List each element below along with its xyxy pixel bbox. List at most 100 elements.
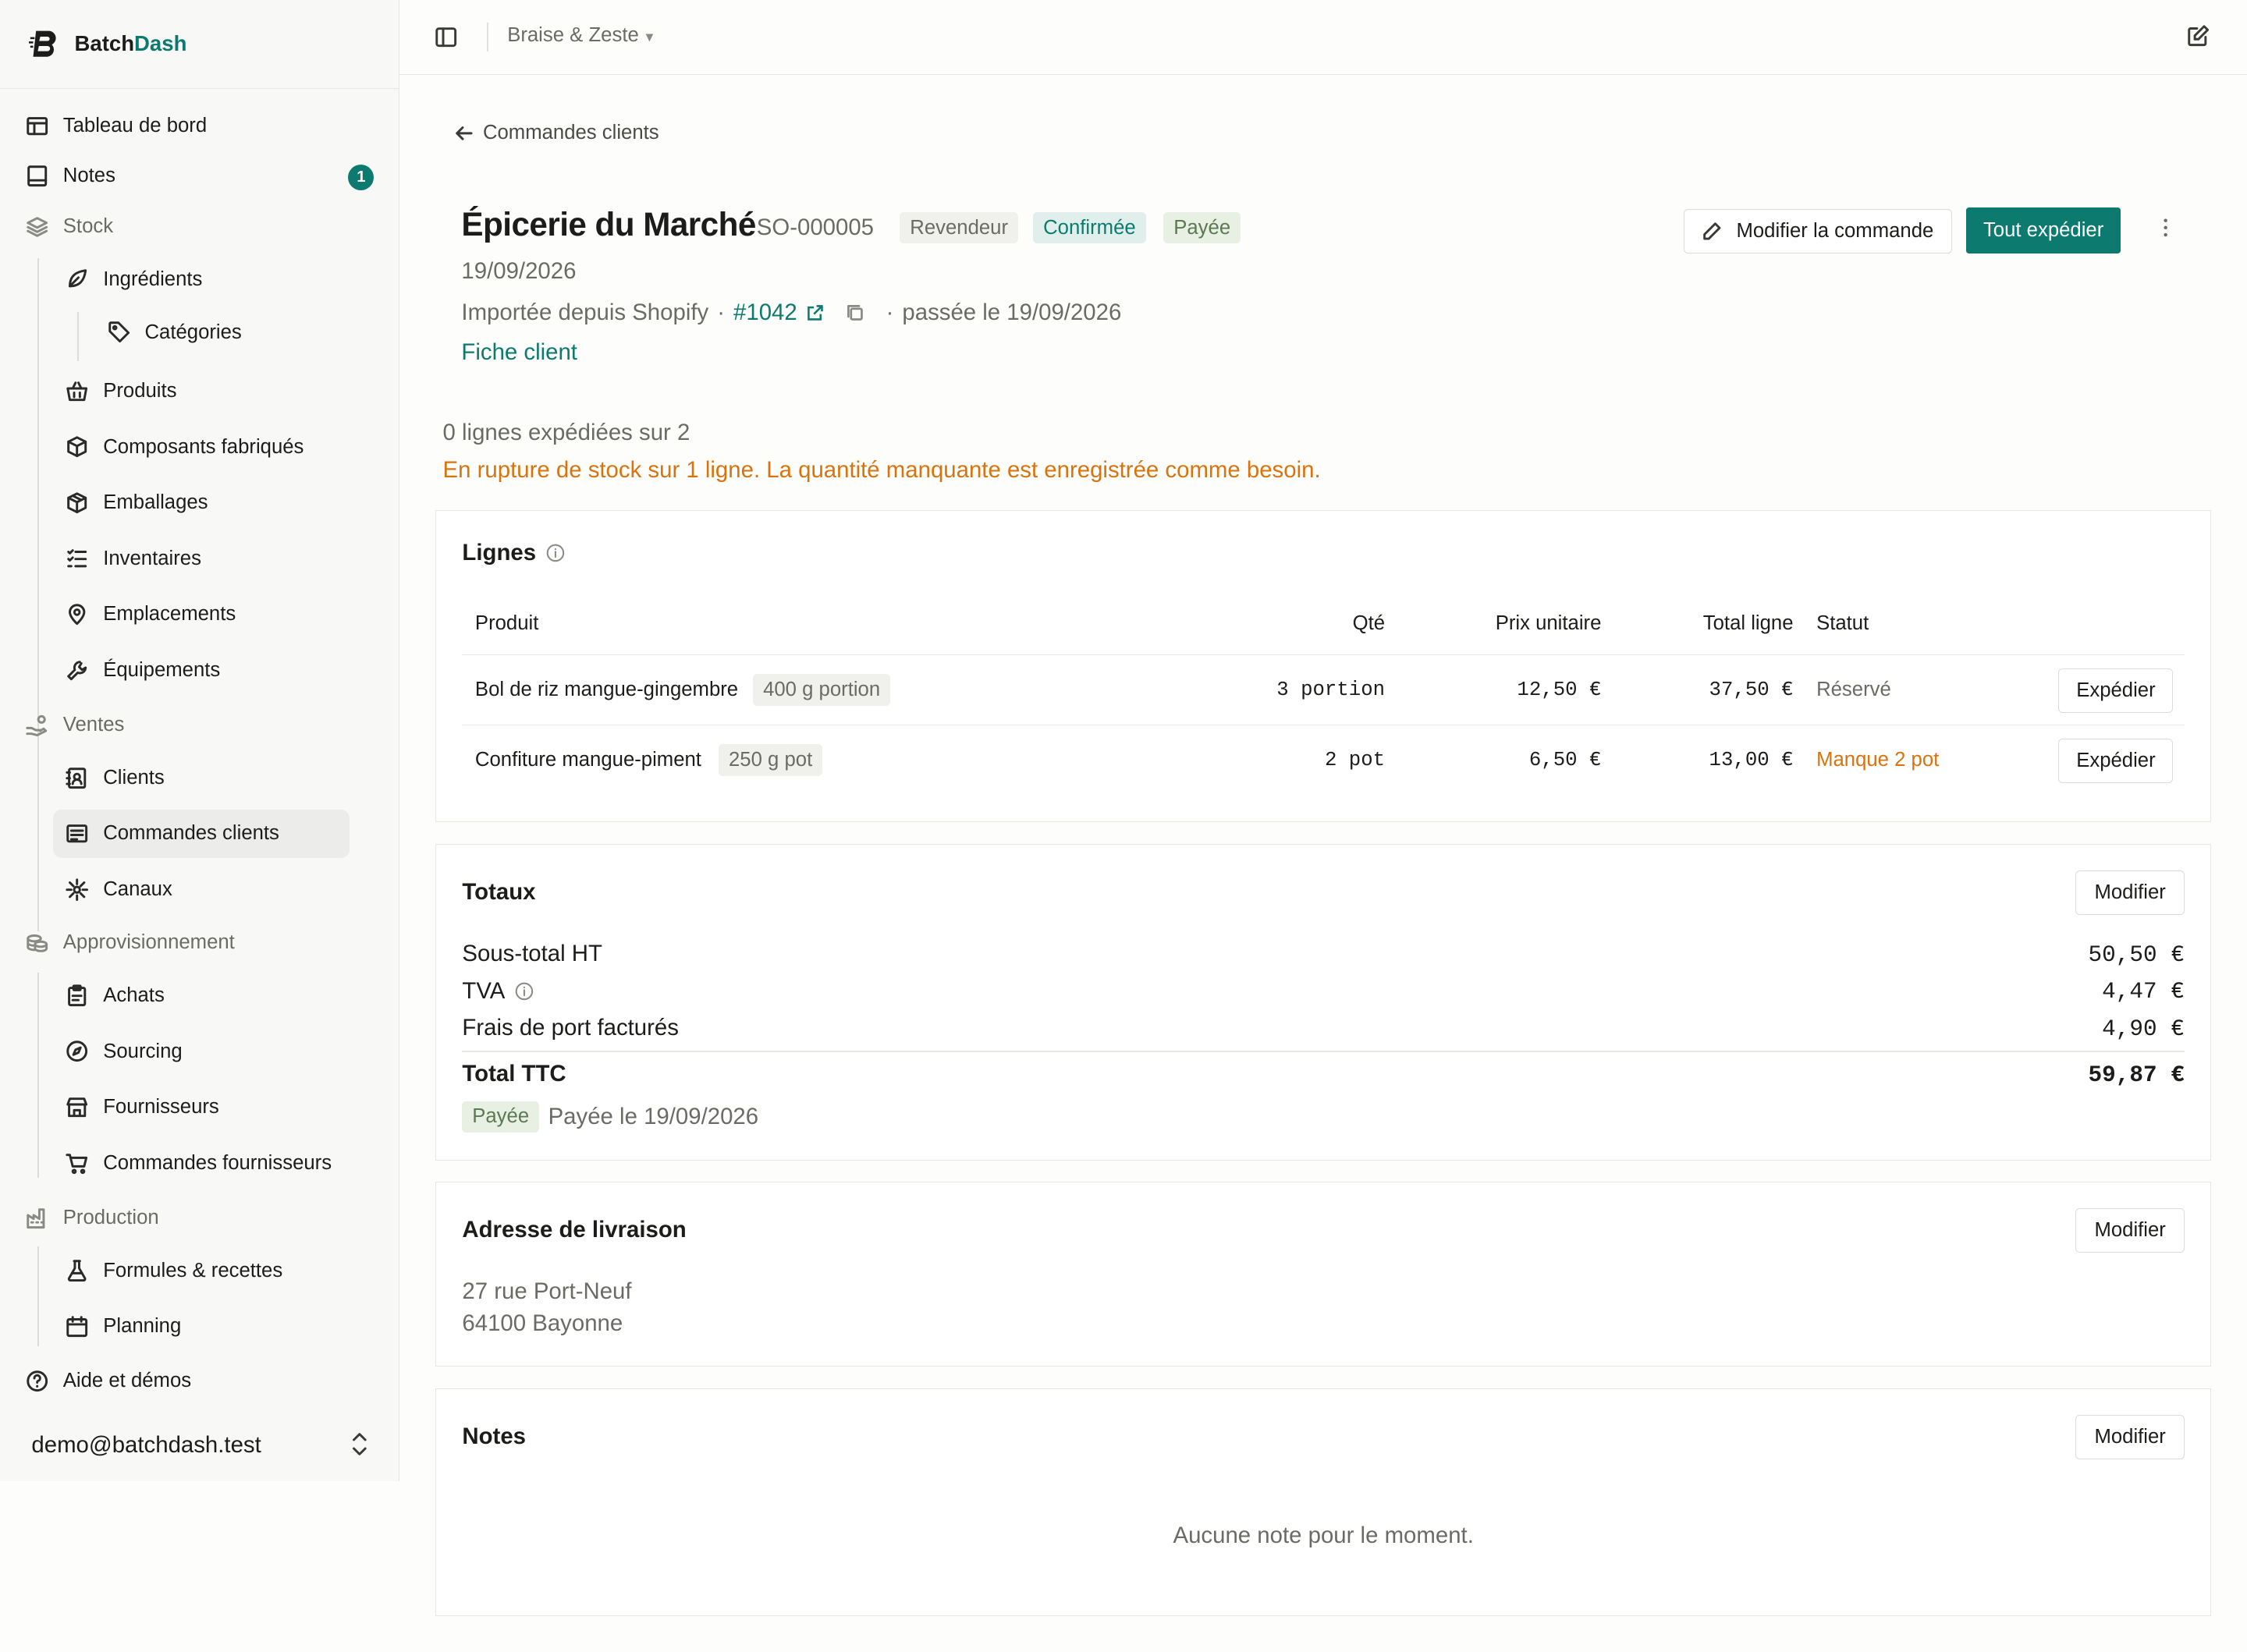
external-link-icon[interactable] bbox=[806, 303, 825, 322]
shipping-fee-label: Frais de port facturés bbox=[462, 1015, 679, 1041]
sidebar-item-sourcing[interactable]: Sourcing bbox=[66, 1027, 183, 1076]
sidebar-item-achats[interactable]: Achats bbox=[66, 971, 165, 1019]
sidebar-section-production[interactable]: Production bbox=[26, 1193, 159, 1242]
sidebar-item-label: Composants fabriqués bbox=[103, 435, 304, 458]
sidebar-item-label: Production bbox=[62, 1206, 159, 1228]
subtotal-value: 50,50 € bbox=[2088, 941, 2185, 968]
workspace-switcher[interactable]: Braise & Zeste ▼ bbox=[507, 24, 655, 47]
edit-notes-button[interactable]: Modifier bbox=[2075, 1414, 2185, 1459]
totals-title: Totaux bbox=[462, 878, 536, 905]
sidebar-item-inventaires[interactable]: Inventaires bbox=[66, 534, 201, 583]
page-title: Épicerie du Marché bbox=[461, 206, 756, 243]
more-options-icon[interactable] bbox=[2163, 218, 2168, 238]
sidebar-item-label: Tableau de bord bbox=[62, 115, 208, 137]
placed-on-date: passée le 19/09/2026 bbox=[902, 299, 1122, 325]
package-icon bbox=[66, 491, 88, 514]
vat-value: 4,47 € bbox=[2102, 979, 2185, 1005]
ship-line-button[interactable]: Expédier bbox=[2058, 738, 2174, 783]
sidebar-item-label: Commandes clients bbox=[103, 822, 279, 845]
sidebar-item-planning[interactable]: Planning bbox=[66, 1303, 181, 1351]
status-badge: Confirmée bbox=[1033, 211, 1146, 244]
wrench-icon bbox=[66, 659, 88, 682]
sidebar-item-label: Produits bbox=[103, 379, 177, 402]
sidebar-item-emplacements[interactable]: Emplacements bbox=[66, 590, 236, 639]
totals-divider bbox=[462, 1051, 2185, 1053]
info-icon[interactable] bbox=[546, 544, 565, 562]
variant-badge: 400 g portion bbox=[753, 674, 890, 706]
info-icon[interactable] bbox=[515, 982, 534, 1001]
line-total-cell: 37,50 € bbox=[1709, 678, 1794, 701]
external-order-ref: #1042 bbox=[733, 299, 797, 325]
sidebar-item-label: Canaux bbox=[103, 878, 172, 901]
vat-row: TVA bbox=[462, 978, 534, 1005]
sidebar-item-aide-demos[interactable]: Aide et démos bbox=[26, 1356, 191, 1405]
total-value: 59,87 € bbox=[2088, 1062, 2185, 1088]
sidebar-item-canaux[interactable]: Canaux bbox=[66, 865, 172, 913]
sidebar-section-approvisionnement[interactable]: Approvisionnement bbox=[26, 918, 235, 966]
address-line-2: 64100 Bayonne bbox=[462, 1310, 623, 1336]
sidebar-item-label: Sourcing bbox=[103, 1040, 183, 1062]
back-link[interactable]: Commandes clients bbox=[454, 122, 659, 144]
sidebar-item-tableau-de-bord[interactable]: Tableau de bord bbox=[26, 101, 207, 150]
edit-order-label: Modifier la commande bbox=[1736, 220, 1934, 243]
coins-icon bbox=[26, 931, 48, 954]
chevrons-up-down-icon bbox=[353, 1433, 367, 1455]
edit-totals-button[interactable]: Modifier bbox=[2075, 870, 2185, 915]
sidebar-item-emballages[interactable]: Emballages bbox=[66, 478, 208, 526]
ship-line-button[interactable]: Expédier bbox=[2058, 668, 2174, 713]
sidebar-item-label: Planning bbox=[103, 1315, 182, 1338]
notes-count-badge: 1 bbox=[348, 165, 374, 191]
total-label: Total TTC bbox=[462, 1061, 566, 1087]
copy-icon[interactable] bbox=[846, 303, 864, 322]
sidebar-item-clients[interactable]: Clients bbox=[66, 753, 165, 802]
external-order-link[interactable]: #1042 bbox=[733, 300, 797, 326]
batchdash-logo-icon bbox=[28, 30, 56, 57]
flask-icon bbox=[66, 1259, 88, 1282]
order-id: SO-000005 bbox=[756, 214, 875, 241]
sidebar-item-commandes-clients[interactable]: Commandes clients bbox=[52, 809, 350, 859]
caret-down-icon: ▼ bbox=[643, 30, 656, 45]
sidebar-item-label: Aide et démos bbox=[62, 1370, 192, 1392]
ship-all-button[interactable]: Tout expédier bbox=[1965, 207, 2121, 254]
order-date: 19/09/2026 bbox=[461, 257, 577, 284]
sidebar-item-commandes-fournisseurs[interactable]: Commandes fournisseurs bbox=[66, 1139, 332, 1187]
notes-empty-state: Aucune note pour le moment. bbox=[1173, 1522, 1474, 1548]
sidebar-item-equipements[interactable]: Équipements bbox=[66, 646, 220, 694]
sidebar-item-categories[interactable]: Catégories bbox=[108, 308, 242, 356]
topbar-divider bbox=[487, 23, 489, 52]
sidebar-item-ingredients[interactable]: Ingrédients bbox=[66, 255, 202, 303]
brand-name: BatchDash bbox=[74, 31, 187, 56]
box-icon bbox=[66, 435, 88, 458]
contact-icon bbox=[66, 767, 88, 789]
paid-badge: Payée bbox=[462, 1101, 539, 1133]
workspace-name: Braise & Zeste bbox=[507, 24, 639, 47]
sidebar-item-label: Emplacements bbox=[103, 603, 236, 626]
sidebar-toggle-icon[interactable] bbox=[435, 26, 457, 48]
pencil-icon bbox=[1703, 222, 1721, 240]
sidebar-section-ventes[interactable]: Ventes bbox=[26, 700, 124, 749]
sidebar-item-label: Commandes fournisseurs bbox=[103, 1151, 332, 1174]
col-header-status: Statut bbox=[1816, 612, 1869, 635]
notes-title: Notes bbox=[462, 1423, 527, 1449]
notes-card: Notes Modifier Aucune note pour le momen… bbox=[435, 1388, 2211, 1616]
sidebar-item-produits[interactable]: Produits bbox=[66, 367, 177, 415]
sidebar-item-formules-recettes[interactable]: Formules & recettes bbox=[66, 1246, 282, 1295]
status-cell: Réservé bbox=[1816, 678, 1891, 700]
compose-icon[interactable] bbox=[2187, 24, 2210, 47]
col-header-product: Produit bbox=[474, 612, 539, 635]
stock-warning: En rupture de stock sur 1 ligne. La quan… bbox=[442, 456, 1321, 483]
layout-icon bbox=[26, 115, 48, 137]
sidebar-item-composants-fabriques[interactable]: Composants fabriqués bbox=[66, 423, 304, 471]
status-cell: Manque 2 pot bbox=[1816, 748, 1940, 771]
sidebar-item-notes[interactable]: Notes bbox=[26, 152, 115, 200]
edit-order-button[interactable]: Modifier la commande bbox=[1684, 209, 1952, 254]
logo[interactable]: BatchDash bbox=[0, 0, 399, 89]
customer-type-badge: Revendeur bbox=[900, 211, 1018, 244]
user-menu[interactable]: demo@batchdash.test bbox=[0, 1411, 399, 1480]
customer-record-link[interactable]: Fiche client bbox=[461, 339, 577, 366]
edit-address-button[interactable]: Modifier bbox=[2075, 1208, 2185, 1253]
paid-on-date: Payée le 19/09/2026 bbox=[548, 1104, 759, 1130]
sidebar-item-fournisseurs[interactable]: Fournisseurs bbox=[66, 1083, 219, 1132]
leaf-icon bbox=[66, 268, 88, 290]
sidebar-section-stock[interactable]: Stock bbox=[26, 202, 113, 250]
